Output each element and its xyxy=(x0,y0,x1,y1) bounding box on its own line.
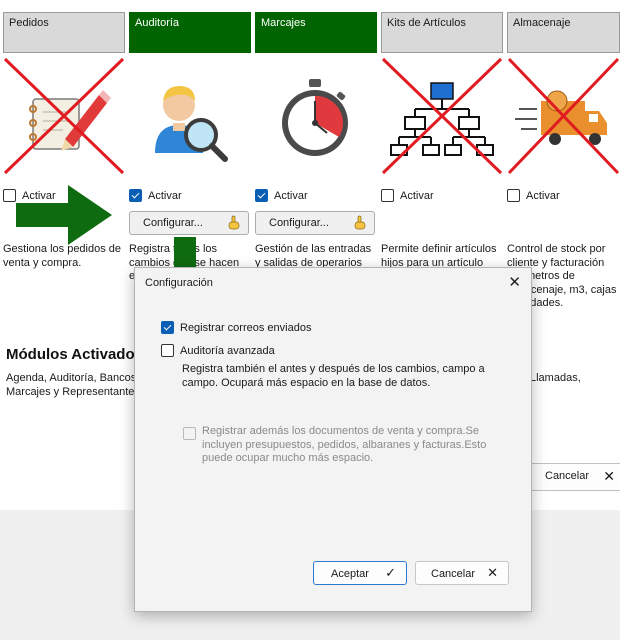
annotation-arrow-right-icon xyxy=(16,185,112,245)
user-search-icon xyxy=(155,85,228,162)
checkbox[interactable] xyxy=(183,427,196,440)
module-header[interactable]: Auditoría xyxy=(129,12,251,53)
configuration-dialog: Configuración ✕ Registrar correos enviad… xyxy=(134,267,532,612)
module-header[interactable]: Kits de Artículos xyxy=(381,12,503,53)
background-cancel-button[interactable]: Cancelar ✕ xyxy=(530,463,620,491)
module-marcajes: Marcajes Activar Configurar... Gestión d… xyxy=(255,12,377,269)
checkbox-label: Activar xyxy=(274,189,308,202)
configure-label: Configurar... xyxy=(269,217,329,229)
module-auditoria: Auditoría Activar Configurar... Registra… xyxy=(129,12,251,282)
module-description: Permite definir artículos hijos para un … xyxy=(381,243,497,269)
disabled-cross-icon xyxy=(381,57,503,175)
option-registrar-documentos-label: Registrar además los documentos de venta… xyxy=(202,425,487,464)
activate-checkbox-auditoria[interactable]: Activar xyxy=(129,189,182,202)
close-icon: ✕ xyxy=(487,565,498,580)
checkbox[interactable] xyxy=(3,189,16,202)
option-auditoria-avanzada[interactable]: Auditoría avanzada xyxy=(161,344,275,357)
accept-button[interactable]: Aceptar ✓ xyxy=(313,561,407,585)
module-almacenaje: Almacenaje Activar Control de stock por … xyxy=(507,12,620,309)
configure-label: Configurar... xyxy=(143,217,203,229)
module-image xyxy=(3,57,125,177)
checkbox[interactable] xyxy=(507,189,520,202)
module-image xyxy=(255,57,377,177)
dialog-title: Configuración xyxy=(145,277,213,289)
checkmark-icon: ✓ xyxy=(385,565,396,580)
active-modules-text-continued: Llamadas, xyxy=(530,372,581,384)
active-modules-title: Módulos Activados xyxy=(6,346,143,363)
module-kits: Kits de Artículos Activar Permite defini… xyxy=(381,12,503,269)
checkbox[interactable] xyxy=(129,189,142,202)
cancel-label: Cancelar xyxy=(431,568,476,580)
hand-pointer-icon xyxy=(228,215,240,230)
checkbox[interactable] xyxy=(161,321,174,334)
disabled-cross-icon xyxy=(507,57,620,175)
option-label: Auditoría avanzada xyxy=(180,344,275,357)
activate-checkbox-kits[interactable]: Activar xyxy=(381,189,434,202)
active-modules-text: Agenda, Auditoría, Bancos, Marcajes y Re… xyxy=(6,372,140,398)
activate-checkbox-marcajes[interactable]: Activar xyxy=(255,189,308,202)
module-description: Gestiona los pedidos de venta y compra. xyxy=(3,243,122,269)
checkbox-label: Activar xyxy=(148,189,182,202)
option-registrar-correos[interactable]: Registrar correos enviados xyxy=(161,321,311,334)
close-icon: ✕ xyxy=(603,468,615,484)
accept-label: Aceptar xyxy=(331,568,369,580)
hand-pointer-icon xyxy=(354,215,366,230)
dialog-close-icon[interactable]: ✕ xyxy=(508,273,521,291)
option-label: Registrar correos enviados xyxy=(180,321,312,334)
stopwatch-icon xyxy=(282,79,348,156)
auditoria-avanzada-note: Registra también el antes y después de l… xyxy=(182,363,485,389)
module-header[interactable]: Marcajes xyxy=(255,12,377,53)
option-registrar-documentos[interactable] xyxy=(183,426,196,440)
checkbox-label: Activar xyxy=(526,189,560,202)
module-header[interactable]: Pedidos xyxy=(3,12,125,53)
checkbox[interactable] xyxy=(255,189,268,202)
module-header[interactable]: Almacenaje xyxy=(507,12,620,53)
background-cancel-label: Cancelar xyxy=(545,470,590,482)
module-image xyxy=(381,57,503,177)
module-image xyxy=(129,57,251,177)
configure-button-auditoria[interactable]: Configurar... xyxy=(129,211,249,235)
activate-checkbox-almacenaje[interactable]: Activar xyxy=(507,189,560,202)
checkbox[interactable] xyxy=(381,189,394,202)
module-description: Gestión de las entradas y salidas de ope… xyxy=(255,243,372,269)
configure-button-marcajes[interactable]: Configurar... xyxy=(255,211,375,235)
checkbox[interactable] xyxy=(161,344,174,357)
module-pedidos: Pedidos Activar Gestiona los pedidos de … xyxy=(3,12,125,269)
disabled-cross-icon xyxy=(3,57,125,175)
module-image xyxy=(507,57,620,177)
checkbox-label: Activar xyxy=(400,189,434,202)
cancel-button[interactable]: Cancelar ✕ xyxy=(415,561,509,585)
